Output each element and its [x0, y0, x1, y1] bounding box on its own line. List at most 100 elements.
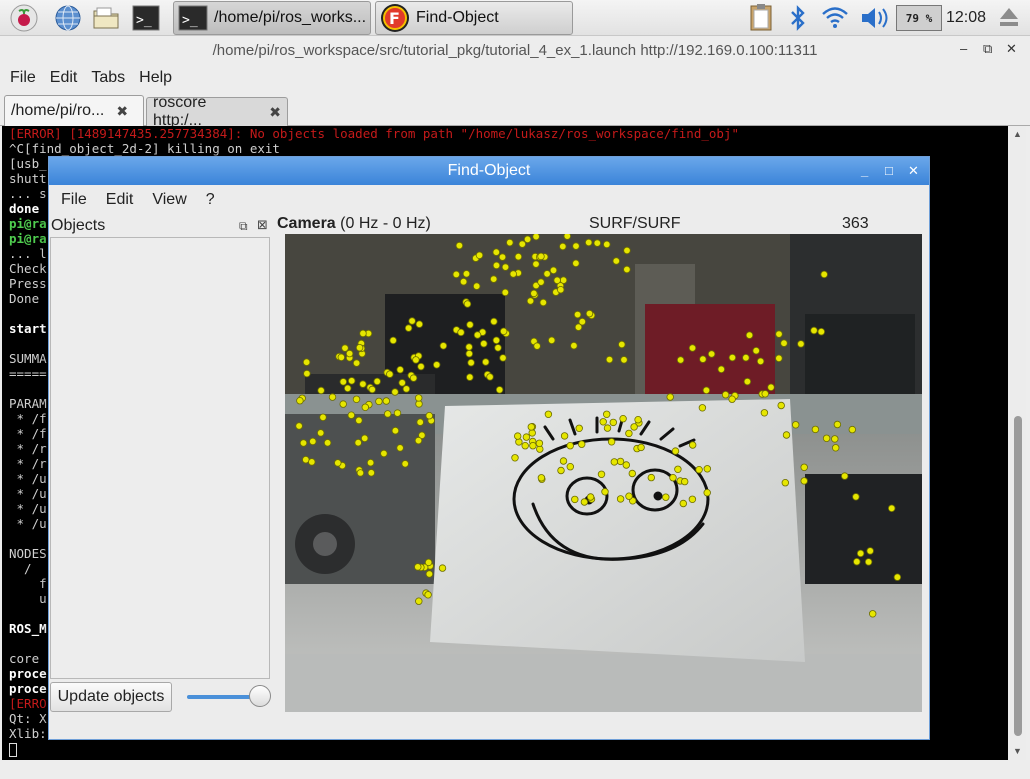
feature-point	[341, 344, 349, 352]
feature-point	[721, 390, 730, 399]
feature-point	[455, 241, 464, 250]
feature-point	[745, 331, 754, 339]
camera-image[interactable]	[285, 234, 922, 712]
feature-point	[864, 558, 873, 566]
feature-point	[820, 270, 828, 279]
feature-point	[603, 410, 611, 418]
feature-point	[529, 441, 537, 450]
feature-point	[585, 309, 594, 318]
feature-point	[544, 410, 553, 418]
feature-point	[295, 422, 303, 430]
menu-help[interactable]: Help	[129, 69, 172, 87]
feature-point	[303, 369, 311, 378]
task-label: /home/pi/ros_works...	[214, 9, 367, 26]
feature-point	[575, 424, 583, 432]
scrollbar-thumb[interactable]	[1014, 416, 1022, 736]
feature-point	[572, 242, 580, 250]
undock-icon[interactable]: ⧉	[239, 219, 248, 234]
feature-point	[402, 385, 411, 393]
feature-point	[486, 373, 494, 381]
close-button[interactable]: ✕	[1006, 41, 1017, 57]
feature-point	[566, 441, 574, 450]
eject-icon[interactable]	[996, 0, 1022, 36]
menu-edit[interactable]: Edit	[40, 69, 78, 87]
feature-point	[623, 265, 631, 274]
slider-handle[interactable]	[249, 685, 271, 707]
clipboard-icon[interactable]	[746, 0, 776, 36]
feature-point	[817, 327, 825, 336]
file-manager-icon[interactable]	[91, 3, 121, 33]
scroll-up-icon[interactable]: ▲	[1013, 129, 1022, 139]
battery-indicator[interactable]: 79 %	[896, 5, 942, 31]
objects-list[interactable]	[50, 237, 270, 679]
feature-point	[797, 340, 805, 348]
feature-point	[368, 385, 376, 394]
terminal-launcher-icon[interactable]: >_	[131, 3, 161, 33]
feature-point	[761, 390, 769, 398]
menu-file[interactable]: File	[0, 69, 36, 87]
fo-menu-view[interactable]: View	[152, 191, 186, 209]
camera-header: Camera (0 Hz - 0 Hz)	[277, 215, 431, 233]
terminal-scrollbar[interactable]: ▲ ▼	[1010, 126, 1026, 760]
feature-point	[415, 320, 424, 328]
raspberry-menu-icon[interactable]	[9, 3, 39, 33]
maximize-button[interactable]: ⧉	[983, 41, 992, 57]
detector-label: SURF/SURF	[589, 215, 681, 232]
tab-terminal-1[interactable]: /home/pi/ro... ✖	[4, 95, 144, 126]
feature-point	[703, 465, 711, 473]
tab-label: roscore http:/...	[153, 94, 207, 129]
feature-point	[452, 270, 460, 279]
feature-point	[296, 396, 304, 405]
fo-minimize-button[interactable]: _	[861, 163, 868, 178]
objects-panel-title: Objects	[51, 217, 106, 234]
taskbar-task-find-object[interactable]: F Find-Object	[375, 1, 573, 35]
tab-label: /home/pi/ro...	[11, 102, 105, 119]
fo-maximize-button[interactable]: □	[885, 163, 893, 178]
camera-rate: (0 Hz - 0 Hz)	[340, 215, 431, 232]
feature-point	[481, 358, 490, 366]
fo-menu-help[interactable]: ?	[206, 191, 215, 209]
feature-point	[480, 339, 488, 348]
feature-point	[628, 469, 636, 478]
menu-tabs[interactable]: Tabs	[81, 69, 125, 87]
feature-point	[302, 358, 311, 366]
feature-point	[389, 336, 397, 345]
web-browser-icon[interactable]	[53, 3, 83, 33]
feature-point	[501, 288, 509, 297]
feature-point	[728, 395, 736, 403]
bluetooth-icon[interactable]	[787, 0, 809, 36]
fo-menu-edit[interactable]: Edit	[106, 191, 134, 209]
clock[interactable]: 12:08	[946, 9, 986, 27]
feature-point	[866, 547, 874, 555]
scroll-down-icon[interactable]: ▼	[1013, 746, 1022, 756]
panel-close-icon[interactable]: ⊠	[257, 217, 268, 233]
feature-point	[492, 336, 501, 344]
feature-point	[380, 449, 388, 458]
feature-point	[495, 386, 504, 394]
wifi-icon[interactable]	[820, 0, 850, 36]
update-objects-button[interactable]: Update objects	[50, 682, 172, 712]
minimize-button[interactable]: –	[960, 41, 967, 56]
feature-point	[666, 393, 674, 401]
feature-point	[462, 270, 471, 278]
feature-point	[501, 263, 510, 271]
tab-terminal-2[interactable]: roscore http:/... ✖	[146, 94, 288, 129]
feature-point	[777, 401, 785, 410]
feature-point	[634, 415, 642, 424]
feature-point	[506, 238, 514, 247]
taskbar-task-terminal[interactable]: >_ /home/pi/ros_works...	[173, 1, 371, 35]
feature-point	[559, 457, 568, 465]
feature-point	[688, 344, 697, 352]
fo-close-button[interactable]: ✕	[908, 163, 919, 179]
find-object-title[interactable]: Find-Object	[49, 157, 929, 185]
feature-point	[396, 365, 404, 374]
fo-menu-file[interactable]: File	[61, 191, 87, 209]
feature-point	[355, 343, 364, 352]
feature-point	[610, 458, 618, 466]
camera-label: Camera	[277, 215, 336, 232]
volume-icon[interactable]	[858, 0, 890, 36]
tab-close-icon[interactable]: ✖	[116, 103, 128, 120]
tab-close-icon[interactable]: ✖	[269, 104, 281, 121]
feature-point	[607, 438, 616, 446]
feature-point	[699, 355, 707, 363]
